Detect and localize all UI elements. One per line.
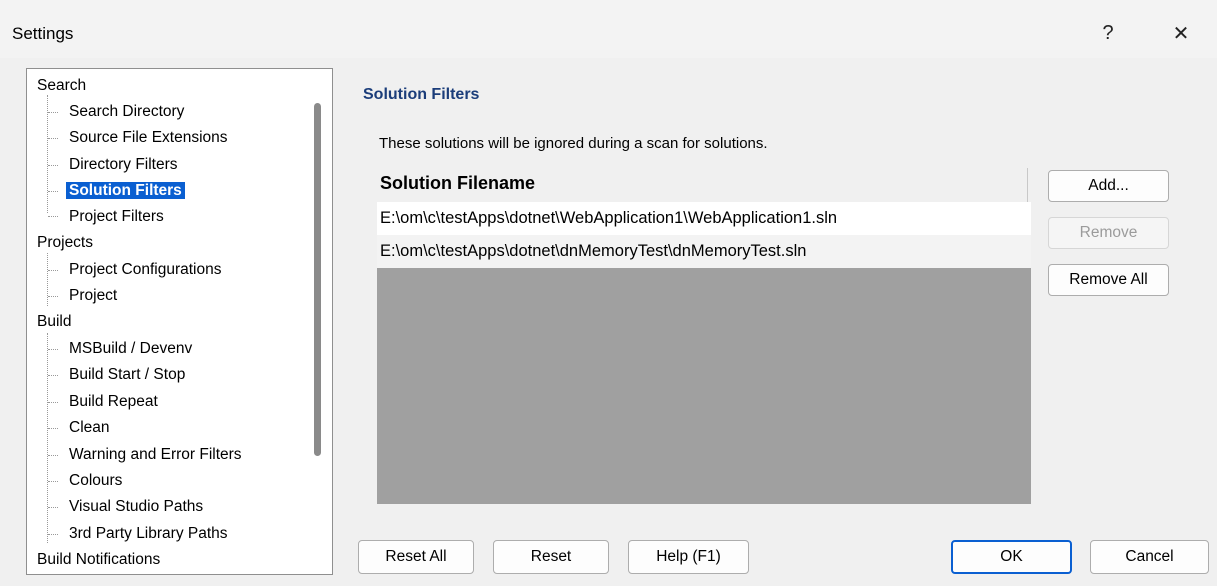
tree-item-visual-studio-paths[interactable]: Visual Studio Paths (69, 494, 203, 520)
tree-item-search[interactable]: Search (37, 73, 86, 99)
remove-all-button[interactable]: Remove All (1048, 264, 1169, 296)
window-title: Settings (12, 24, 74, 43)
tree-item-build-start-stop[interactable]: Build Start / Stop (69, 362, 185, 388)
reset-all-button[interactable]: Reset All (358, 540, 474, 574)
add-button[interactable]: Add... (1048, 170, 1169, 202)
tree-item-msbuild-devenv[interactable]: MSBuild / Devenv (69, 336, 192, 362)
tree-item-clean[interactable]: Clean (69, 415, 110, 441)
cancel-button[interactable]: Cancel (1090, 540, 1209, 574)
tree-item-solution-filters[interactable]: Solution Filters (66, 178, 185, 204)
column-header-solution-filename: Solution Filename (380, 173, 536, 193)
tree-item-build[interactable]: Build (37, 309, 71, 335)
reset-button[interactable]: Reset (493, 540, 609, 574)
help-button[interactable]: ? (1085, 14, 1131, 52)
panel-heading: Solution Filters (363, 86, 480, 103)
title-bar: Settings ? ✕ (0, 0, 1217, 64)
tree-item-build-notifications[interactable]: Build Notifications (37, 547, 160, 573)
tree-item-3rd-party-library-paths[interactable]: 3rd Party Library Paths (69, 521, 228, 547)
close-button[interactable]: ✕ (1158, 14, 1204, 52)
tree-item-warning-error-filters[interactable]: Warning and Error Filters (69, 442, 242, 468)
tree-item-search-directory[interactable]: Search Directory (69, 99, 184, 125)
tree-item-source-file-extensions[interactable]: Source File Extensions (69, 125, 228, 151)
tree-item-projects[interactable]: Projects (37, 230, 93, 256)
list-column-header[interactable]: Solution Filename (377, 168, 1031, 202)
tree-item-directory-filters[interactable]: Directory Filters (69, 152, 178, 178)
column-separator[interactable] (1027, 168, 1028, 202)
ok-button[interactable]: OK (951, 540, 1072, 574)
tree-item-project-configurations[interactable]: Project Configurations (69, 257, 222, 283)
panel-description: These solutions will be ignored during a… (379, 135, 768, 152)
settings-tree[interactable]: Search Search Directory Source File Exte… (26, 68, 333, 575)
tree-item-colours[interactable]: Colours (69, 468, 122, 494)
help-f1-button[interactable]: Help (F1) (628, 540, 749, 574)
list-item[interactable]: E:\om\c\testApps\dotnet\WebApplication1\… (377, 202, 1031, 235)
remove-button[interactable]: Remove (1048, 217, 1169, 249)
tree-scrollbar-thumb[interactable] (314, 103, 321, 456)
solution-filter-list[interactable]: Solution Filename E:\om\c\testApps\dotne… (377, 168, 1031, 504)
tree-item-project-filters[interactable]: Project Filters (69, 204, 164, 230)
list-item[interactable]: E:\om\c\testApps\dotnet\dnMemoryTest\dnM… (377, 235, 1031, 268)
tree-item-build-repeat[interactable]: Build Repeat (69, 389, 158, 415)
tree-item-project[interactable]: Project (69, 283, 117, 309)
tree-item-solution-filters-label: Solution Filters (66, 182, 185, 199)
